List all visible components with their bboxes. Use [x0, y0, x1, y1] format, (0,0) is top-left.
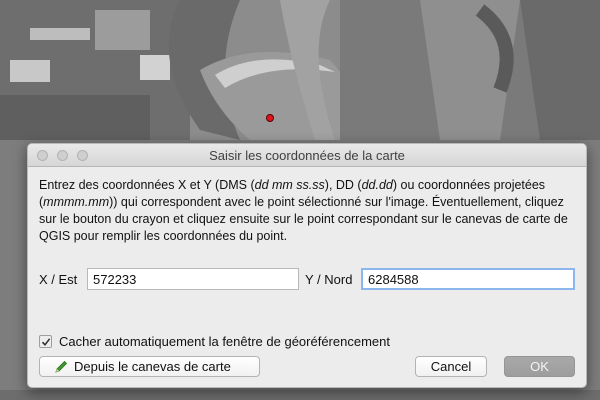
coordinates-row: X / Est Y / Nord: [39, 268, 575, 292]
instructions-text: Entrez des coordonnées X et Y (DMS (dd m…: [39, 178, 568, 243]
map-coordinates-dialog: Saisir les coordonnées de la carte Entre…: [27, 143, 587, 388]
checkmark-icon: [41, 338, 51, 347]
from-map-canvas-label: Depuis le canevas de carte: [74, 359, 231, 374]
dd-format: dd.dd: [361, 178, 393, 192]
y-north-input[interactable]: [361, 268, 575, 290]
dialog-title: Saisir les coordonnées de la carte: [209, 148, 405, 163]
x-east-label: X / Est: [39, 272, 78, 287]
auto-hide-label: Cacher automatiquement la fenêtre de géo…: [59, 334, 390, 349]
from-map-canvas-button[interactable]: Depuis le canevas de carte: [39, 356, 260, 377]
dms-format: dd mm ss.ss: [254, 178, 325, 192]
y-north-label: Y / Nord: [305, 272, 353, 287]
projected-format: mmmm.mm: [43, 195, 110, 209]
auto-hide-checkbox[interactable]: [39, 335, 52, 348]
x-east-input[interactable]: [87, 268, 299, 290]
gcp-point-marker: [266, 114, 274, 122]
ok-button[interactable]: OK: [504, 356, 575, 377]
title-bar: Saisir les coordonnées de la carte: [28, 144, 586, 167]
pencil-icon: [55, 360, 68, 373]
cancel-button[interactable]: Cancel: [415, 356, 487, 377]
